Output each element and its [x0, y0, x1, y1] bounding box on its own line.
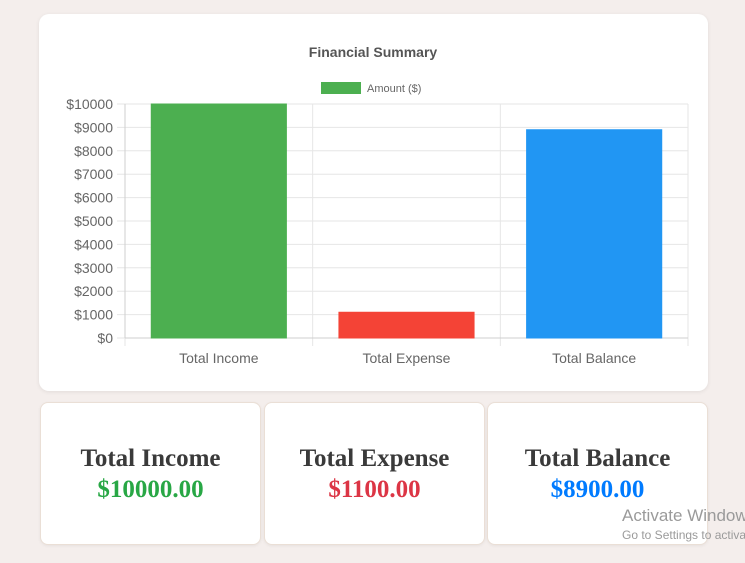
y-tick-label: $8000 [74, 143, 113, 159]
y-tick-label: $5000 [74, 213, 113, 229]
y-tick-label: $7000 [74, 166, 113, 182]
y-tick-label: $10000 [66, 96, 113, 112]
summary-cards-row: Total Income $10000.00 Total Expense $11… [40, 402, 708, 545]
x-tick-label: Total Expense [363, 350, 451, 366]
watermark-line1: Activate Windows [622, 506, 745, 525]
total-expense-card: Total Expense $1100.00 [264, 402, 485, 545]
y-tick-label: $1000 [74, 307, 113, 323]
bar-total-income [150, 103, 287, 339]
y-tick-label: $6000 [74, 190, 113, 206]
total-balance-card-value: $8900.00 [550, 476, 645, 503]
x-tick-label: Total Balance [552, 350, 636, 366]
y-tick-label: $0 [97, 330, 113, 346]
bar-total-expense [338, 311, 475, 339]
financial-summary-chart-card: Financial Summary Amount ($) $0 $1000 $2000 $… [39, 14, 708, 391]
total-balance-card-title: Total Balance [524, 445, 671, 472]
activate-windows-watermark: Activate Windows Go to Settings to activ… [622, 505, 745, 563]
watermark-line2: Go to Settings to activate Windows. [622, 528, 745, 542]
y-tick-label: $9000 [74, 119, 113, 135]
y-tick-label: $2000 [74, 283, 113, 299]
x-tick-label: Total Income [179, 350, 259, 366]
total-expense-card-value: $1100.00 [328, 476, 421, 503]
total-expense-card-title: Total Expense [299, 445, 450, 472]
total-income-card-title: Total Income [80, 445, 221, 472]
bar-total-balance [526, 129, 663, 339]
total-income-card: Total Income $10000.00 [40, 402, 261, 545]
total-income-card-value: $10000.00 [97, 476, 204, 503]
chart-title: Financial Summary [309, 44, 438, 60]
legend-swatch [321, 82, 361, 94]
financial-summary-chart: Financial Summary Amount ($) $0 $1000 $2000 $… [66, 44, 689, 366]
y-tick-label: $3000 [74, 260, 113, 276]
y-tick-label: $4000 [74, 236, 113, 252]
legend-label: Amount ($) [367, 83, 421, 95]
